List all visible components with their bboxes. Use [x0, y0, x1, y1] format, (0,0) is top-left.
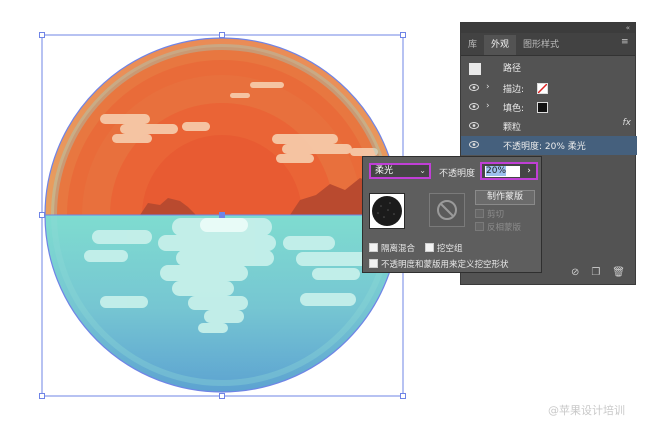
invert-mask-label: 反相蒙版	[487, 223, 522, 233]
knockout-group-label: 挖空组	[437, 244, 463, 254]
checkbox[interactable]	[475, 222, 484, 231]
checkbox[interactable]	[475, 209, 484, 218]
resize-handle-bottom-center	[219, 393, 225, 399]
make-mask-button[interactable]: 制作蒙版	[475, 190, 535, 205]
eye-icon[interactable]	[469, 122, 479, 129]
checkbox[interactable]	[425, 243, 434, 252]
checkbox[interactable]	[369, 259, 378, 268]
opacity-summary-label[interactable]: 不透明度: 20% 柔光	[503, 139, 586, 152]
no-stroke-icon	[537, 83, 548, 94]
grain-effect-label[interactable]: 颗粒	[503, 120, 521, 133]
collapse-icon[interactable]: «	[626, 24, 630, 32]
transparency-popup: 柔光 ⌄ 不透明度 20% › 制作蒙版 剪切 反相蒙版 隔离混合 挖空组 不透…	[362, 156, 542, 273]
panel-tabs: 库 外观 图形样式 ≡	[461, 33, 635, 56]
no-mask-icon	[437, 200, 457, 220]
panel-bottom-toolbar: ⊘ ❐ 🗑	[571, 267, 625, 278]
resize-handle-top-left	[39, 32, 45, 38]
opacity-mask-knockout-label: 不透明度和蒙版用来定义挖空形状	[381, 260, 509, 270]
chevron-right-icon[interactable]: ›	[524, 165, 534, 177]
stroke-label: 描边:	[503, 85, 525, 95]
resize-handle-bottom-left	[39, 393, 45, 399]
fill-swatch[interactable]	[537, 102, 548, 113]
eye-icon[interactable]	[469, 141, 479, 148]
blend-mode-value: 柔光	[375, 166, 394, 176]
isolate-blending-label: 隔离混合	[381, 244, 416, 254]
resize-handle-bottom-right	[400, 393, 406, 399]
resize-handle-center	[219, 212, 225, 218]
panel-title-bar[interactable]: «	[461, 23, 635, 33]
path-thumbnail	[469, 63, 481, 75]
opacity-field-wrapper: 20% ›	[480, 162, 538, 180]
clip-checkbox[interactable]: 剪切	[475, 208, 504, 220]
grain-circle-preview	[372, 196, 402, 226]
watermark: @苹果设计培训	[548, 404, 625, 417]
path-label: 路径	[503, 64, 522, 74]
checkbox[interactable]	[369, 243, 378, 252]
chevron-right-icon[interactable]: ›	[486, 101, 490, 111]
clip-label: 剪切	[487, 210, 505, 220]
tab-graphic-styles[interactable]: 图形样式	[516, 35, 566, 55]
duplicate-item-icon[interactable]: ❐	[591, 267, 600, 278]
fill-label: 填色:	[503, 104, 525, 114]
resize-handle-top-right	[400, 32, 406, 38]
appearance-row-opacity[interactable]: 不透明度: 20% 柔光	[461, 136, 637, 155]
opacity-input[interactable]: 20%	[485, 166, 520, 177]
knockout-group-checkbox[interactable]: 挖空组	[425, 242, 463, 254]
mask-thumbnail[interactable]	[429, 193, 465, 227]
eye-icon[interactable]	[469, 103, 479, 110]
tab-libraries[interactable]: 库	[461, 35, 484, 55]
chevron-right-icon[interactable]: ›	[486, 82, 490, 92]
opacity-mask-knockout-checkbox[interactable]: 不透明度和蒙版用来定义挖空形状	[369, 258, 509, 270]
appearance-row-fill[interactable]: › 填色:	[461, 98, 637, 117]
trash-icon[interactable]: 🗑	[612, 267, 625, 278]
appearance-row-stroke[interactable]: › 描边:	[461, 79, 637, 98]
appearance-row-grain[interactable]: 颗粒 fx	[461, 117, 637, 136]
resize-handle-middle-left	[39, 212, 45, 218]
resize-handle-top-center	[219, 32, 225, 38]
opacity-label: 不透明度	[439, 169, 476, 179]
fx-icon[interactable]: fx	[623, 118, 632, 128]
invert-mask-checkbox[interactable]: 反相蒙版	[475, 221, 521, 233]
eye-icon[interactable]	[469, 84, 479, 91]
stroke-swatch[interactable]	[537, 83, 548, 94]
blend-mode-select[interactable]: 柔光 ⌄	[369, 163, 431, 179]
artwork-thumbnail[interactable]	[369, 193, 405, 229]
chevron-down-icon: ⌄	[419, 166, 426, 175]
panel-menu-icon[interactable]: ≡	[621, 37, 631, 47]
isolate-blending-checkbox[interactable]: 隔离混合	[369, 242, 415, 254]
tab-appearance[interactable]: 外观	[484, 35, 517, 55]
appearance-row-path[interactable]: 路径	[461, 58, 637, 77]
clear-appearance-icon[interactable]: ⊘	[571, 267, 579, 278]
opacity-value: 20%	[486, 166, 507, 176]
